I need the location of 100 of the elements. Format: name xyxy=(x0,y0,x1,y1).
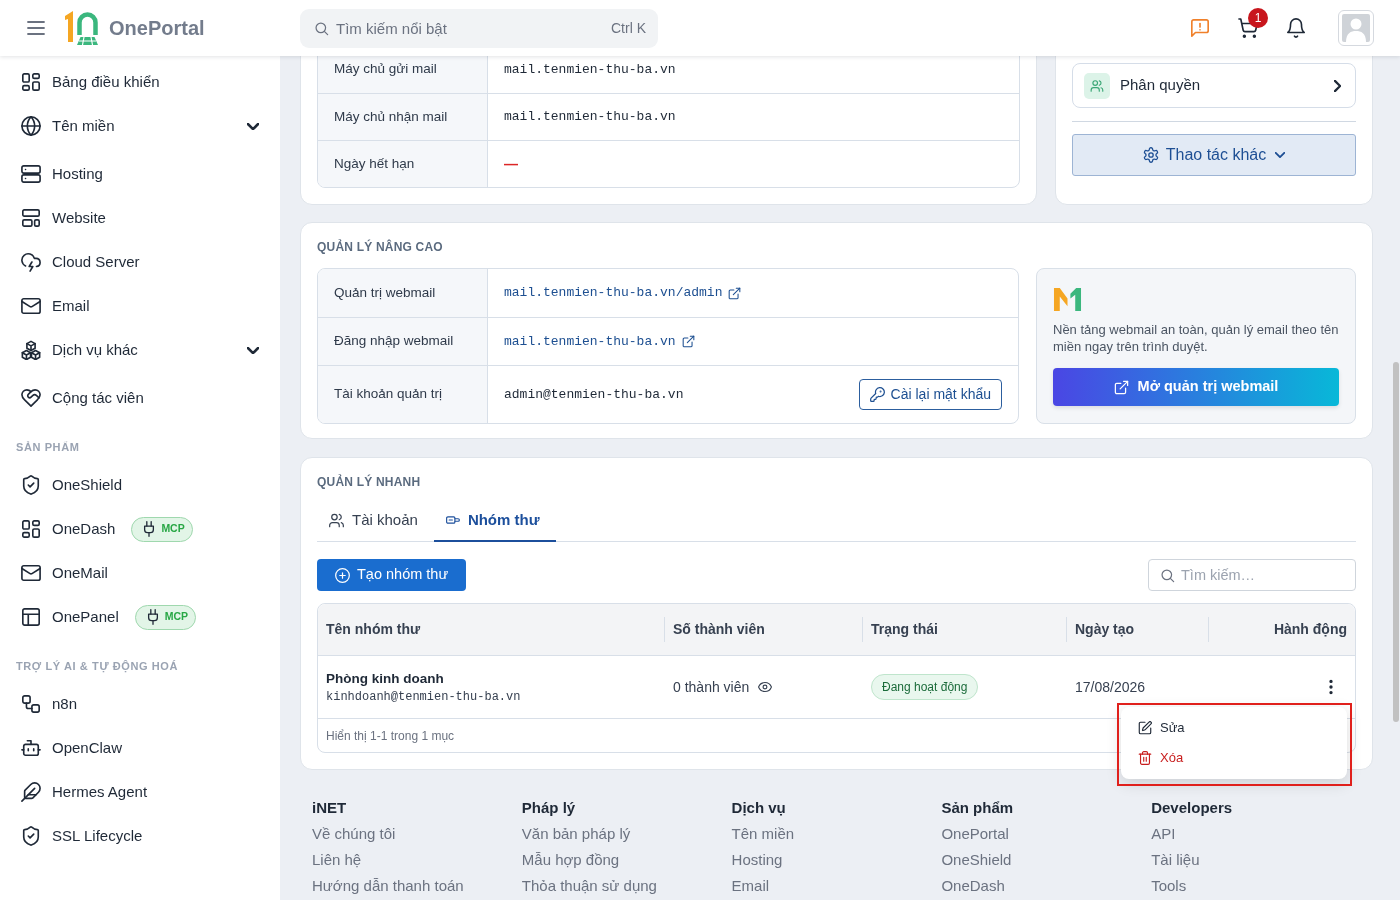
mail-icon xyxy=(21,563,41,583)
footer-link[interactable]: Thỏa thuận sử dụng xyxy=(521,876,657,896)
external-link-icon xyxy=(1113,379,1129,395)
mail-icon xyxy=(21,296,41,316)
table-summary: Hiển thị 1-1 trong 1 mục xyxy=(326,727,455,745)
footer-heading: Dịch vụ xyxy=(731,798,787,818)
logo-icon xyxy=(1053,285,1082,313)
footer-link[interactable]: API xyxy=(1151,824,1176,844)
scrollbar-thumb[interactable] xyxy=(1393,362,1399,722)
create-group-button[interactable]: Tạo nhóm thư xyxy=(317,559,467,591)
menu-item[interactable]: Xóa xyxy=(1121,743,1347,773)
field-label: Quản trị webmail xyxy=(318,269,488,317)
users-icon xyxy=(329,512,344,528)
edit-icon xyxy=(1138,721,1152,735)
column-header: Số thành viên xyxy=(665,604,863,655)
trash-icon xyxy=(1138,751,1152,765)
footer-link[interactable]: Tên miền xyxy=(731,824,795,844)
workflow-icon xyxy=(21,694,41,714)
footer-link[interactable]: Hướng dẫn thanh toán xyxy=(312,876,464,896)
avatar-icon xyxy=(1342,14,1370,42)
server-icon xyxy=(21,164,41,184)
sidebar-item[interactable]: Tên miền xyxy=(0,104,280,148)
footer-link[interactable]: Hosting xyxy=(731,850,783,870)
field-label: Ngày hết hạn xyxy=(318,141,488,187)
search-field[interactable]: Tìm kiếm… xyxy=(1148,559,1356,591)
sidebar-item[interactable]: OneShield xyxy=(0,463,280,507)
sidebar-item[interactable]: Email xyxy=(0,284,280,328)
section-heading: TRỢ LÝ AI & TỰ ĐỘNG HOÁ xyxy=(15,659,180,675)
empty-value: — xyxy=(504,154,518,174)
sidebar-item[interactable]: OpenClaw xyxy=(0,726,280,770)
cloud-lightning-icon xyxy=(21,252,41,272)
shield-check-icon xyxy=(21,475,41,495)
footer-link[interactable]: OneDash xyxy=(941,876,1005,896)
chevron-down-icon xyxy=(1275,152,1286,158)
group-email: kinhdoanh@tenmien-thu-ba.vn xyxy=(326,688,521,705)
robot-icon xyxy=(21,738,41,758)
field-label: Đăng nhập webmail xyxy=(318,318,488,365)
footer-link[interactable]: Tools xyxy=(1151,876,1187,896)
footer-link[interactable]: Tài liệu xyxy=(1151,850,1200,870)
sidebar-item[interactable]: Cộng tác viên xyxy=(0,376,280,420)
brand-name: OnePortal xyxy=(109,16,205,41)
footer-heading: Pháp lý xyxy=(521,798,577,818)
open-webmail-button[interactable]: Mở quản trị webmail xyxy=(1053,368,1339,406)
member-count: 0 thành viên xyxy=(673,677,750,697)
tab[interactable]: Tài khoản xyxy=(317,500,434,542)
footer-heading: Developers xyxy=(1151,798,1234,818)
more-actions-button[interactable]: Thao tác khác xyxy=(1072,134,1356,176)
sidebar-item[interactable]: Hosting xyxy=(0,152,280,196)
logo-icon xyxy=(64,10,100,46)
sidebar-item[interactable]: OnePanel MCP xyxy=(0,595,280,639)
menu-item[interactable]: Sửa xyxy=(1121,713,1347,743)
panel-icon xyxy=(21,607,41,627)
sidebar-item[interactable]: Website xyxy=(0,196,280,240)
sidebar-item[interactable]: Dịch vụ khác xyxy=(0,328,280,372)
heart-handshake-icon xyxy=(21,388,41,408)
view-members-button[interactable] xyxy=(758,680,773,694)
external-link-icon xyxy=(681,335,695,348)
footer-link[interactable]: OnePortal xyxy=(941,824,1009,844)
webmail-link[interactable]: mail.tenmien-thu-ba.vn/admin xyxy=(504,283,742,303)
sidebar-item[interactable]: Bảng điều khiển xyxy=(0,60,280,104)
footer-link[interactable]: Mẫu hợp đồng xyxy=(521,850,620,870)
reset-password-button[interactable]: Cài lại mật khẩu xyxy=(858,379,1002,410)
footer-link[interactable]: Liên hệ xyxy=(312,850,362,870)
cart-count-badge: 1 xyxy=(1248,8,1268,28)
field-label: Máy chủ gửi mail xyxy=(318,56,488,93)
sidebar-item[interactable]: OneMail xyxy=(0,551,280,595)
column-header: Trạng thái xyxy=(863,604,1067,655)
section-title: QUẢN LÝ NHANH xyxy=(317,474,422,490)
shield-check-icon xyxy=(21,826,41,846)
sidebar-item[interactable]: OneDash MCP xyxy=(0,507,280,551)
column-header: Tên nhóm thư xyxy=(318,604,665,655)
footer-link[interactable]: Email xyxy=(731,876,770,896)
sidebar-item[interactable]: Hermes Agent xyxy=(0,770,280,814)
column-header: Hành động xyxy=(1272,620,1348,639)
key-icon xyxy=(869,387,885,402)
field-value: mail.tenmien-thu-ba.vn xyxy=(504,60,676,79)
field-label: Máy chủ nhận mail xyxy=(318,94,488,140)
column-header: Ngày tạo xyxy=(1067,604,1209,655)
cart-button[interactable]: 1 xyxy=(1230,10,1266,46)
footer-link[interactable]: OneShield xyxy=(941,850,1012,870)
feather-icon xyxy=(21,782,41,802)
tag-label: MCP xyxy=(164,609,189,625)
sidebar-item[interactable]: n8n xyxy=(0,682,280,726)
message-alert-icon xyxy=(1190,18,1210,38)
sidebar-item[interactable]: SSL Lifecycle xyxy=(0,814,280,858)
permissions-button[interactable]: Phân quyền xyxy=(1072,63,1356,108)
search-icon xyxy=(314,20,329,36)
footer-link[interactable]: Về chúng tôi xyxy=(312,824,396,844)
section-title: QUẢN LÝ NÂNG CAO xyxy=(317,239,444,255)
tab[interactable]: Nhóm thư xyxy=(433,500,556,542)
group-name: Phòng kinh doanh xyxy=(326,669,444,687)
section-heading: SẢN PHẨM xyxy=(15,440,81,455)
bell-icon xyxy=(1286,18,1306,38)
globe-icon xyxy=(21,116,41,136)
footer-heading: iNET xyxy=(312,798,348,818)
sidebar-item[interactable]: Cloud Server xyxy=(0,240,280,284)
webmail-link[interactable]: mail.tenmien-thu-ba.vn xyxy=(504,331,695,352)
footer-link[interactable]: Văn bản pháp lý xyxy=(521,824,631,844)
shortcut-hint: Ctrl K xyxy=(611,18,646,38)
field-value: mail.tenmien-thu-ba.vn xyxy=(504,108,676,127)
